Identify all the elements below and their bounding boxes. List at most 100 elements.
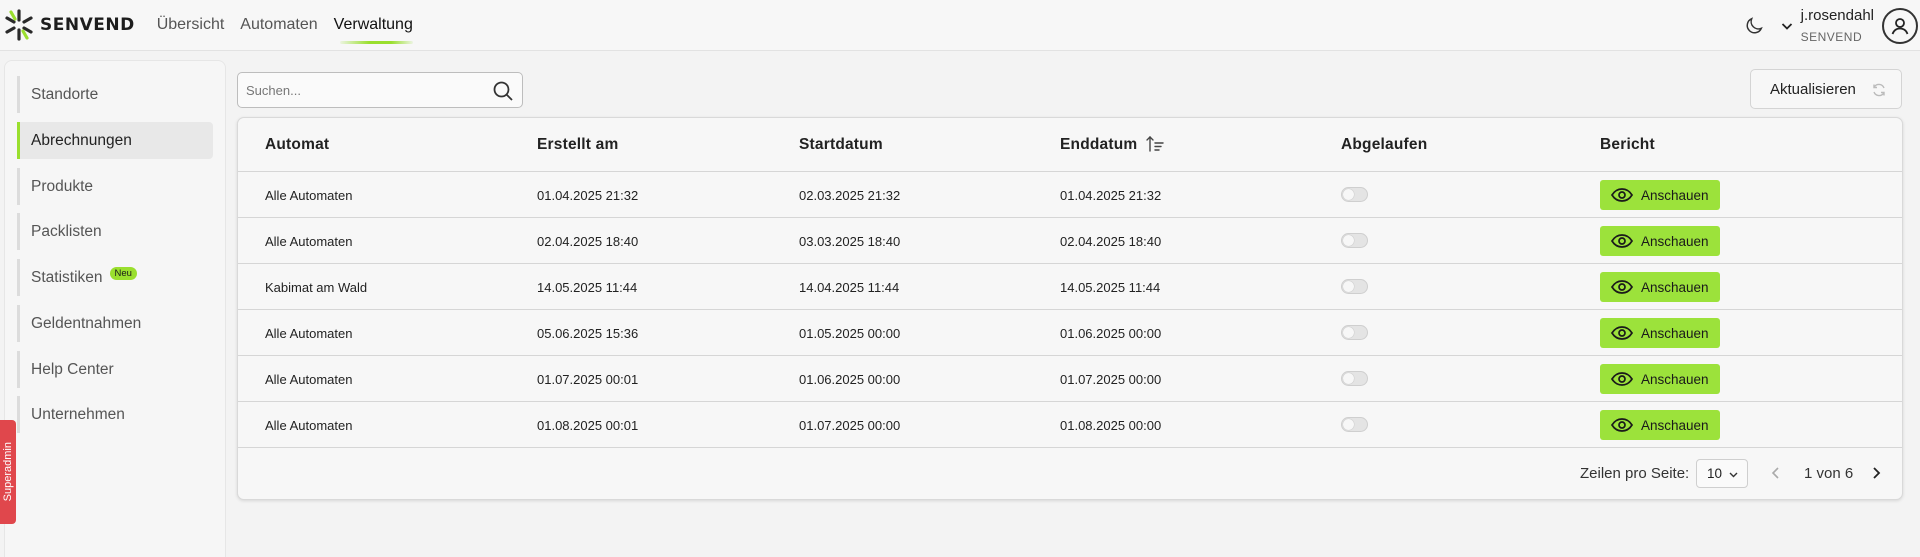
sidebar-item-produkte[interactable]: Produkte	[17, 168, 213, 205]
refresh-button-label: Aktualisieren	[1770, 80, 1856, 98]
page-info: 1 von 6	[1804, 465, 1854, 482]
user-info[interactable]: j.rosendahl SENVEND	[1801, 7, 1874, 45]
user-icon	[1891, 17, 1909, 34]
cell-erstellt-am: 01.08.2025 00:01	[537, 418, 639, 433]
search-input[interactable]	[246, 82, 486, 98]
chevron-down-icon	[1729, 472, 1738, 478]
sidebar-item-label: Produkte	[31, 177, 94, 195]
view-report-button[interactable]: Anschauen	[1600, 180, 1720, 210]
superadmin-tab[interactable]: Superadmin	[0, 420, 16, 524]
column-header-automat[interactable]: Automat	[265, 136, 329, 154]
sidebar-item-abrechnungen[interactable]: Abrechnungen	[17, 122, 213, 159]
table-row: Alle Automaten 01.04.2025 21:32 02.03.2025…	[238, 172, 1902, 218]
eye-icon	[1611, 188, 1633, 202]
expired-toggle[interactable]	[1341, 371, 1368, 386]
cell-enddatum: 02.04.2025 18:40	[1060, 234, 1162, 249]
sidebar-item-packlisten[interactable]: Packlisten	[17, 213, 213, 250]
rows-per-page-label: Zeilen pro Seite:	[1580, 465, 1690, 482]
cell-startdatum: 14.04.2025 11:44	[799, 280, 900, 295]
table-row: Alle Automaten 02.04.2025 18:40 03.03.2025…	[238, 218, 1902, 264]
cell-automat: Alle Automaten	[265, 418, 353, 433]
cell-startdatum: 03.03.2025 18:40	[799, 234, 901, 249]
cell-enddatum: 01.04.2025 21:32	[1060, 188, 1162, 203]
view-report-button[interactable]: Anschauen	[1600, 226, 1720, 256]
nav-item-verwaltung[interactable]: Verwaltung	[334, 12, 414, 44]
pagination: Zeilen pro Seite: 10 1 von 6	[238, 448, 1902, 499]
cell-startdatum: 02.03.2025 21:32	[799, 188, 901, 203]
view-report-label: Anschauen	[1641, 233, 1709, 249]
cell-startdatum: 01.06.2025 00:00	[799, 372, 901, 387]
cell-automat: Alle Automaten	[265, 188, 353, 203]
column-header-enddatum[interactable]: Enddatum	[1060, 136, 1137, 154]
expired-toggle[interactable]	[1341, 417, 1368, 432]
sidebar-item-unternehmen[interactable]: Unternehmen	[17, 396, 213, 433]
column-header-abgelaufen[interactable]: Abgelaufen	[1341, 136, 1427, 154]
nav-item-uebersicht[interactable]: Übersicht	[157, 12, 225, 38]
chevron-down-icon[interactable]	[1779, 18, 1795, 34]
cell-automat: Alle Automaten	[265, 234, 353, 249]
cell-automat: Alle Automaten	[265, 326, 353, 341]
column-header-startdatum[interactable]: Startdatum	[799, 136, 883, 154]
view-report-label: Anschauen	[1641, 279, 1709, 295]
avatar[interactable]	[1882, 7, 1918, 44]
cell-enddatum: 01.08.2025 00:00	[1060, 418, 1162, 433]
senvend-logo-icon	[5, 9, 33, 41]
cell-automat: Kabimat am Wald	[265, 280, 368, 295]
sidebar-item-standorte[interactable]: Standorte	[17, 76, 213, 113]
table-row: Alle Automaten 05.06.2025 15:36 01.05.2025…	[238, 310, 1902, 356]
search-icon[interactable]	[492, 80, 514, 102]
sidebar-item-geldentnahmen[interactable]: Geldentnahmen	[17, 305, 213, 342]
cell-erstellt-am: 05.06.2025 15:36	[537, 326, 639, 341]
eye-icon	[1611, 372, 1633, 386]
sidebar-item-label: Packlisten	[31, 222, 102, 240]
view-report-button[interactable]: Anschauen	[1600, 272, 1720, 302]
refresh-button[interactable]: Aktualisieren	[1750, 69, 1902, 109]
rows-per-page-select[interactable]: 10	[1696, 459, 1748, 488]
chevron-left-icon[interactable]	[1768, 464, 1784, 482]
cell-startdatum: 01.07.2025 00:00	[799, 418, 901, 433]
column-header-bericht: Bericht	[1600, 136, 1655, 153]
nav-item-automaten[interactable]: Automaten	[240, 12, 317, 38]
refresh-icon	[1873, 83, 1885, 97]
cell-automat: Alle Automaten	[265, 372, 353, 387]
sidebar-item-help-center[interactable]: Help Center	[17, 351, 213, 388]
column-header-erstellt[interactable]: Erstellt am	[537, 136, 618, 154]
sidebar: Standorte Abrechnungen Produkte Packlist…	[4, 60, 226, 557]
top-bar: SENVEND Übersicht Automaten Verwaltung j…	[0, 0, 1920, 51]
expired-toggle[interactable]	[1341, 325, 1368, 340]
search-box	[237, 72, 523, 108]
brand-logo[interactable]: SENVEND	[2, 8, 135, 42]
view-report-button[interactable]: Anschauen	[1600, 364, 1720, 394]
eye-icon	[1611, 280, 1633, 294]
sidebar-item-statistiken[interactable]: Statistiken Neu	[17, 259, 213, 296]
expired-toggle[interactable]	[1341, 279, 1368, 294]
view-report-label: Anschauen	[1641, 325, 1709, 341]
sidebar-item-label: Geldentnahmen	[31, 314, 142, 332]
moon-icon[interactable]	[1743, 15, 1765, 37]
sidebar-item-label: Help Center	[31, 360, 114, 378]
top-nav: Übersicht Automaten Verwaltung	[157, 12, 414, 44]
sidebar-item-label: Abrechnungen	[31, 131, 132, 149]
chevron-right-icon[interactable]	[1868, 464, 1884, 482]
sort-ascending-icon[interactable]	[1145, 135, 1165, 153]
cell-erstellt-am: 02.04.2025 18:40	[537, 234, 639, 249]
expired-toggle[interactable]	[1341, 187, 1368, 202]
cell-erstellt-am: 14.05.2025 11:44	[537, 280, 638, 295]
brand-name: SENVEND	[40, 15, 135, 35]
expired-toggle[interactable]	[1341, 233, 1368, 248]
user-area: j.rosendahl SENVEND	[1743, 0, 1920, 51]
view-report-label: Anschauen	[1641, 417, 1709, 433]
view-report-button[interactable]: Anschauen	[1600, 410, 1720, 440]
sidebar-item-label: Unternehmen	[31, 405, 125, 423]
eye-icon	[1611, 418, 1633, 432]
billing-table: Automat Erstellt am Startdatum Enddatum …	[237, 117, 1903, 500]
rows-per-page-value: 10	[1707, 466, 1723, 481]
sidebar-item-label: Standorte	[31, 85, 99, 103]
table-row: Kabimat am Wald 14.05.2025 11:44 14.04.202…	[238, 264, 1902, 310]
table-row: Alle Automaten 01.07.2025 00:01 01.06.2025…	[238, 356, 1902, 402]
cell-enddatum: 14.05.2025 11:44	[1060, 280, 1161, 295]
view-report-button[interactable]: Anschauen	[1600, 318, 1720, 348]
cell-enddatum: 01.06.2025 00:00	[1060, 326, 1162, 341]
view-report-label: Anschauen	[1641, 187, 1709, 203]
user-company: SENVEND	[1800, 29, 1863, 44]
